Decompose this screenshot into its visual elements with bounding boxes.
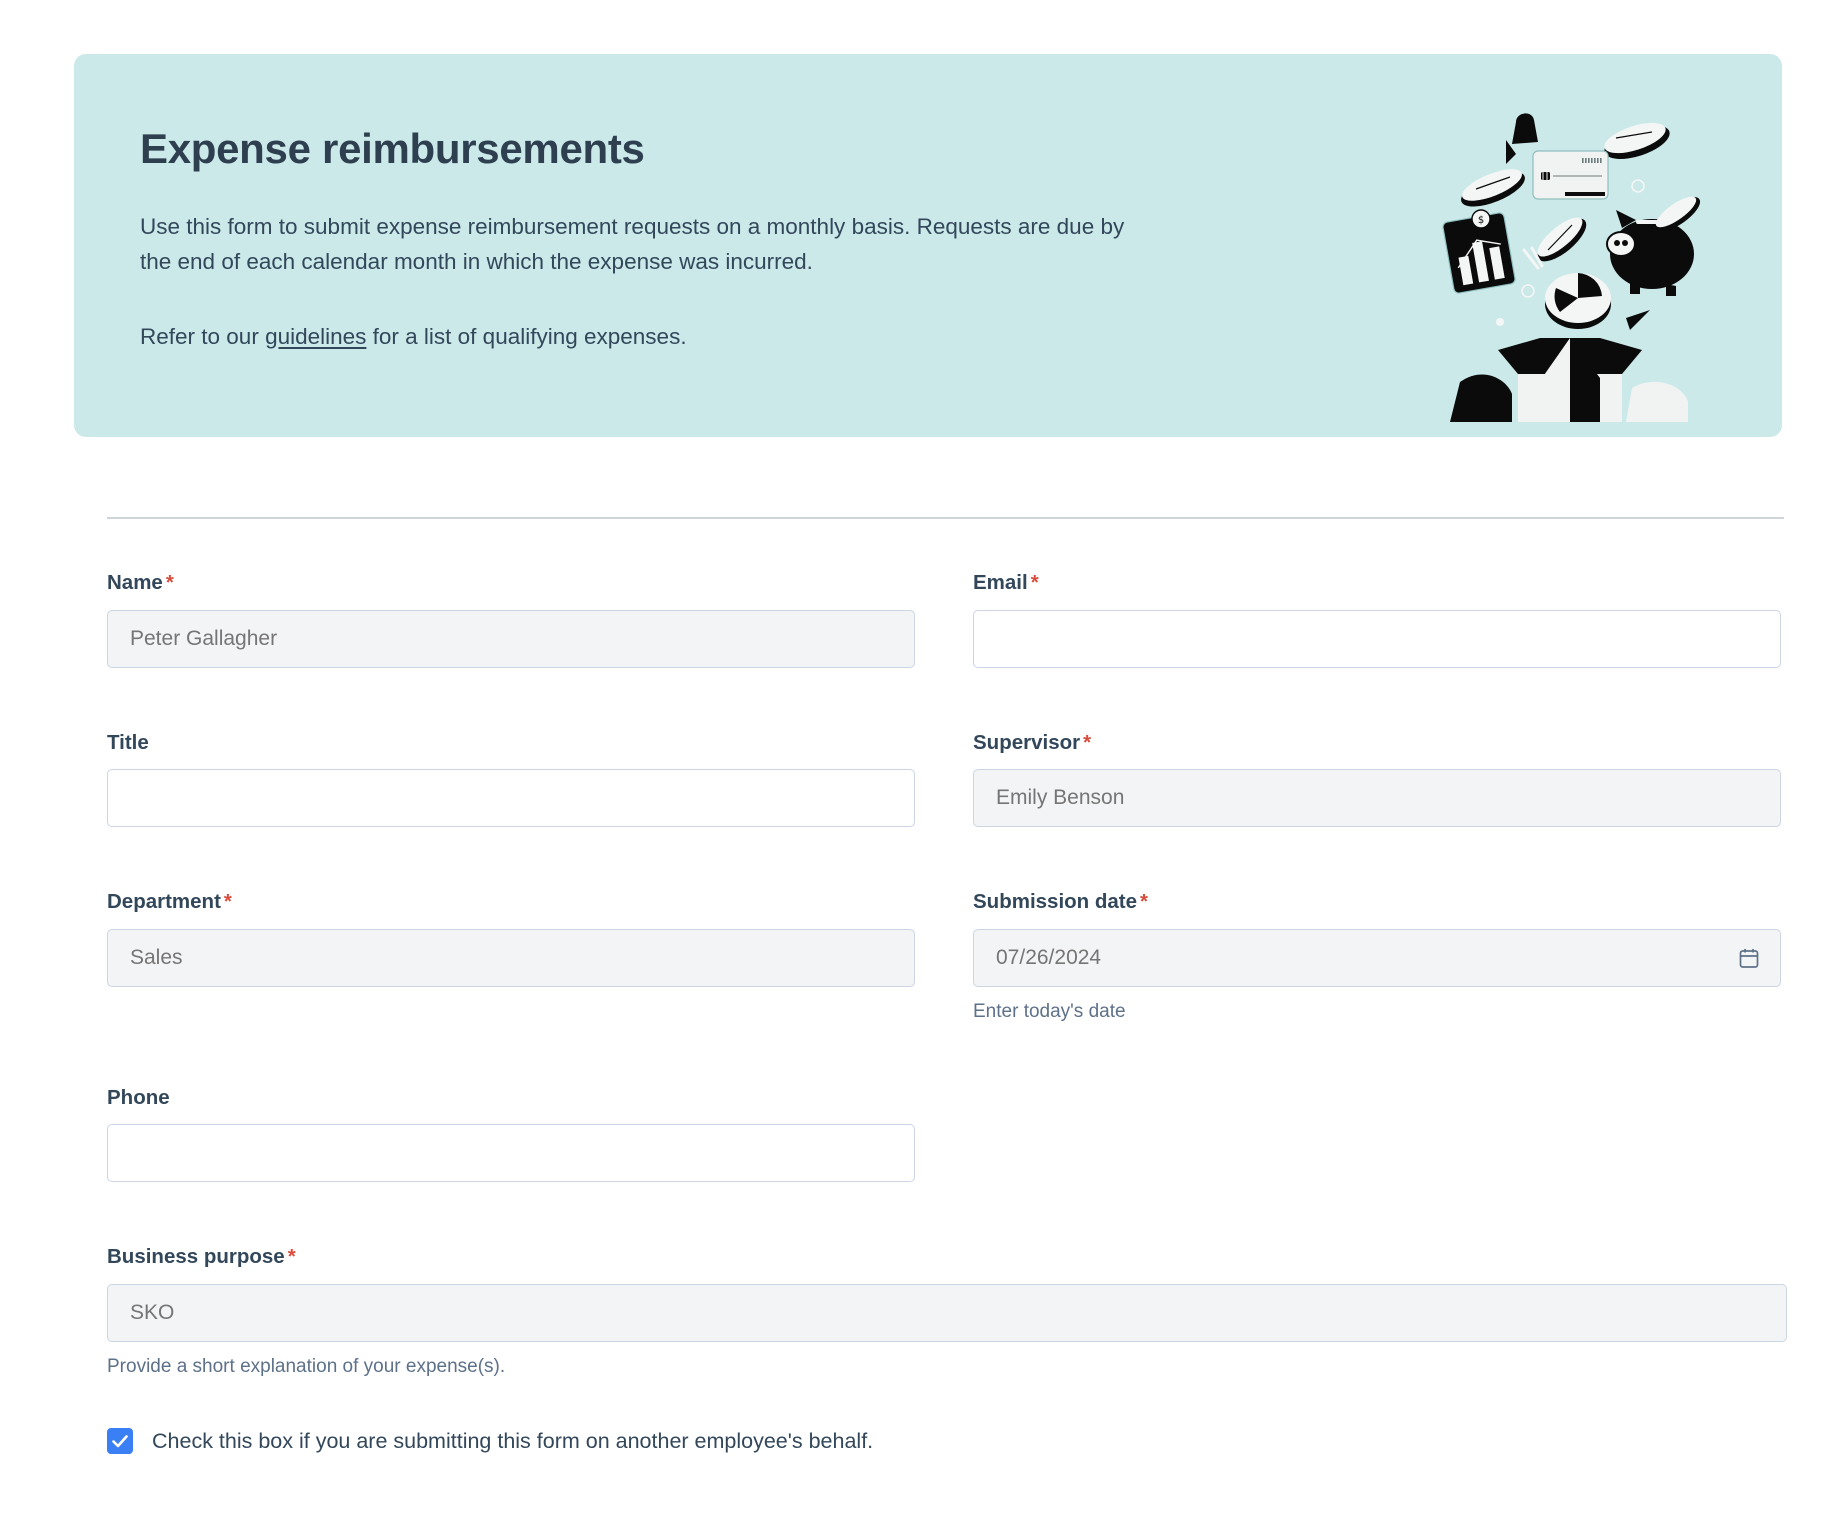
email-label: Email * [973, 570, 1781, 596]
illustration-bell [1512, 113, 1538, 144]
form-col-phone-empty [973, 1085, 1781, 1183]
name-label: Name * [107, 570, 915, 596]
submission-date-label-text: Submission date [973, 890, 1138, 914]
expenses-illustration: $ [1420, 82, 1720, 422]
department-label: Department * [107, 889, 915, 915]
form-row-phone: Phone [107, 1085, 1787, 1183]
illustration-open-box [1450, 338, 1688, 422]
business-purpose-input[interactable] [107, 1283, 1787, 1342]
submission-date-helper-text: Enter today's date [973, 1000, 1126, 1022]
field-department: Department * [107, 889, 915, 987]
department-input[interactable] [107, 928, 915, 987]
email-input[interactable] [973, 609, 1781, 668]
field-phone: Phone [107, 1085, 915, 1183]
field-business-purpose: Business purpose* Provide a short explan… [107, 1244, 1787, 1379]
illustration-coin-3 [1537, 217, 1587, 262]
business-purpose-required-marker: * [287, 1245, 296, 1269]
illustration-pie-chart [1545, 273, 1611, 329]
title-input[interactable] [107, 769, 915, 828]
row-spacer-3 [107, 1025, 1787, 1085]
expense-form: Name* Email* Title [107, 570, 1787, 1455]
submission-date-required-marker: * [1140, 890, 1149, 914]
form-col-submission-date: Submission date* Enter today's [973, 889, 1781, 1024]
field-title: Title [107, 730, 915, 828]
field-email: Email * [973, 570, 1781, 668]
form-row-department-date: Department* Submission date* [107, 889, 1787, 1024]
title-label-text: Title [107, 730, 149, 754]
phone-label: Phone [107, 1085, 915, 1111]
checkmark-icon [112, 1435, 128, 1448]
form-col-email: Email * [973, 570, 1781, 668]
behalf-checkbox-row[interactable]: Check this box if you are submitting thi… [107, 1428, 1787, 1456]
guidelines-text-after: for a list of qualifying expenses. [366, 323, 687, 349]
row-spacer-4 [107, 1182, 1787, 1244]
field-supervisor: Supervisor * [973, 730, 1781, 828]
svg-text:$: $ [1478, 215, 1484, 226]
department-required-marker: * [223, 890, 232, 914]
supervisor-input[interactable] [973, 769, 1781, 828]
form-row-name-email: Name* Email* [107, 570, 1787, 668]
illustration-bar-chart-card: $ [1442, 209, 1516, 294]
expense-reimbursement-form-page: Expense reimbursements Use this form to … [0, 0, 1846, 1538]
supervisor-label-text: Supervisor [973, 730, 1081, 754]
behalf-checkbox[interactable] [107, 1428, 133, 1455]
email-required-marker: * [1030, 571, 1039, 594]
email-label-text: Email [973, 571, 1028, 594]
submission-date-input[interactable] [973, 928, 1781, 987]
hero-guidelines-paragraph: Refer to our guidelines for a list of qu… [140, 320, 1160, 355]
form-col-title: Title [107, 730, 915, 828]
name-label-text: Name [107, 571, 163, 594]
business-purpose-helper-text: Provide a short explanation of your expe… [107, 1355, 506, 1377]
business-purpose-label-text: Business purpose [107, 1245, 285, 1269]
illustration-coin-2 [1461, 169, 1525, 207]
form-row-title-supervisor: Title Supervisor * [107, 730, 1787, 828]
section-divider [107, 517, 1784, 519]
form-col-name: Name * [107, 570, 915, 668]
submission-date-label: Submission date * [973, 889, 1781, 915]
submission-date-input-wrapper [973, 928, 1781, 987]
name-required-marker: * [165, 571, 174, 594]
guidelines-link[interactable]: guidelines [265, 324, 366, 349]
field-submission-date: Submission date* Enter today's [973, 889, 1781, 1024]
behalf-checkbox-label: Check this box if you are submitting thi… [152, 1428, 874, 1453]
illustration-credit-card [1532, 150, 1609, 200]
phone-input[interactable] [107, 1124, 915, 1183]
calendar-icon[interactable] [1737, 946, 1761, 970]
hero-banner: Expense reimbursements Use this form to … [74, 54, 1782, 437]
row-spacer-2 [107, 827, 1787, 889]
form-col-phone: Phone [107, 1085, 915, 1183]
guidelines-text-before: Refer to our [140, 323, 266, 349]
page-title: Expense reimbursements [140, 125, 645, 172]
business-purpose-label: Business purpose * [107, 1244, 1787, 1270]
hero-text-block: Expense reimbursements Use this form to … [140, 125, 1320, 355]
form-col-department: Department * [107, 889, 915, 1024]
supervisor-required-marker: * [1083, 730, 1092, 754]
phone-label-text: Phone [107, 1085, 170, 1109]
department-label-text: Department [107, 890, 221, 914]
field-name: Name * [107, 570, 915, 668]
row-spacer-1 [107, 668, 1787, 730]
form-col-supervisor: Supervisor * [973, 730, 1781, 828]
title-label: Title [107, 730, 915, 756]
name-input[interactable] [107, 609, 915, 668]
illustration-coin-1 [1604, 122, 1670, 159]
hero-description-paragraph: Use this form to submit expense reimburs… [140, 214, 1125, 275]
supervisor-label: Supervisor * [973, 730, 1781, 756]
